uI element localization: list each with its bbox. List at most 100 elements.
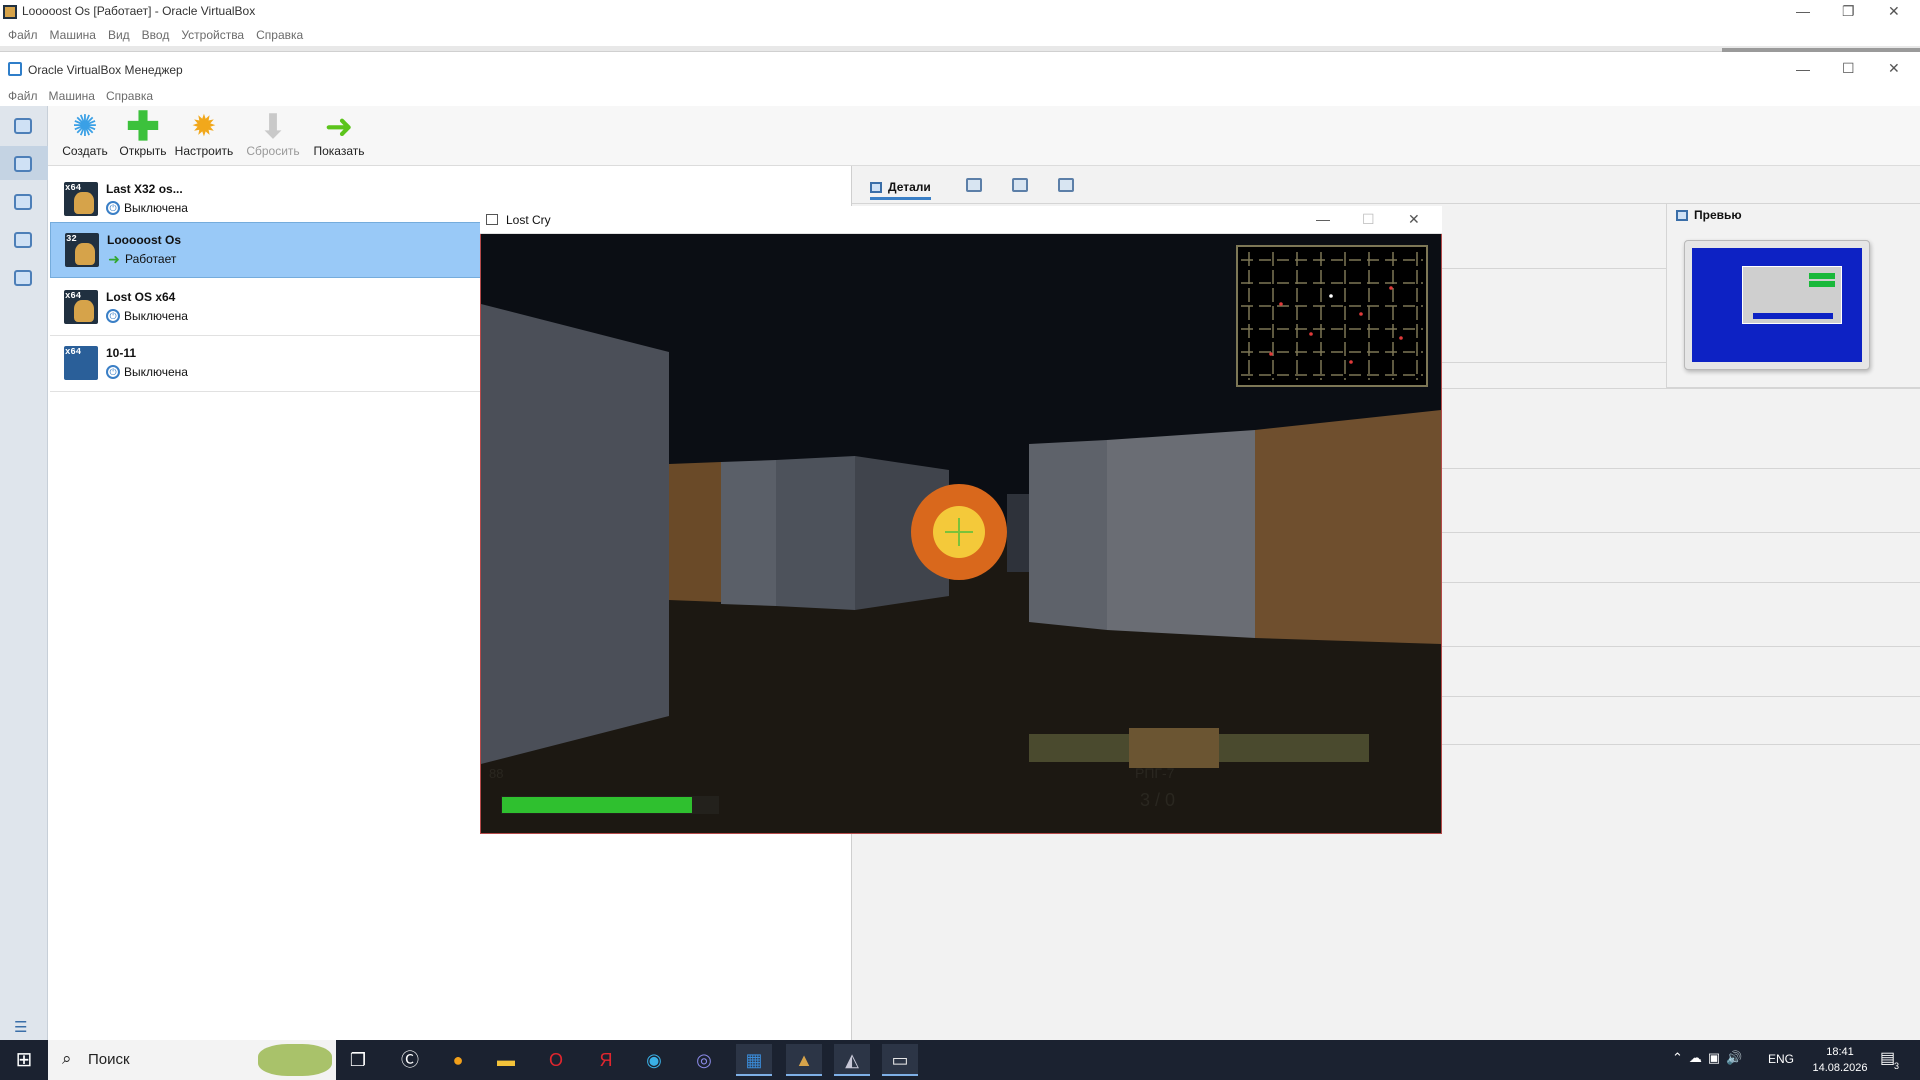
details-row-divider bbox=[1420, 696, 1920, 697]
discard-label: Сбросить bbox=[246, 144, 300, 158]
os-type-icon: x64 bbox=[64, 290, 98, 324]
manager-maximize-button[interactable]: ☐ bbox=[1842, 60, 1855, 77]
outer-close-button[interactable]: ✕ bbox=[1888, 3, 1900, 20]
menu-view[interactable]: Вид bbox=[108, 24, 130, 46]
game-maximize-button[interactable]: ☐ bbox=[1362, 211, 1375, 228]
wall-segment bbox=[721, 460, 776, 606]
outer-scrollbar[interactable] bbox=[1722, 48, 1920, 52]
menu-devices[interactable]: Устройства bbox=[181, 24, 244, 46]
game-window-icon bbox=[486, 214, 498, 225]
activity-icon[interactable] bbox=[1058, 178, 1074, 192]
browser-c-icon[interactable]: Ⓒ bbox=[392, 1044, 428, 1076]
details-row-divider bbox=[1420, 468, 1920, 469]
minimap-player bbox=[1329, 294, 1333, 298]
file-explorer-icon[interactable]: ▬ bbox=[488, 1044, 524, 1076]
search-icon: ⌕ bbox=[62, 1049, 72, 1068]
media-icon[interactable] bbox=[14, 194, 32, 210]
new-gear-icon: ✺ bbox=[72, 110, 98, 143]
virtualbox-icon[interactable]: ▦ bbox=[736, 1044, 772, 1076]
show-button[interactable]: ➜ Показать bbox=[304, 108, 374, 164]
right-wall bbox=[1029, 440, 1107, 630]
minimap-enemy bbox=[1349, 360, 1353, 364]
yandex-browser-icon[interactable]: Я bbox=[588, 1044, 624, 1076]
open-button[interactable]: ✚ Открыть bbox=[108, 105, 178, 164]
manager-minimize-button[interactable]: — bbox=[1796, 61, 1810, 77]
edge-icon[interactable]: ◉ bbox=[636, 1044, 672, 1076]
tools-sidebar bbox=[0, 106, 48, 1040]
network-icon[interactable] bbox=[14, 232, 32, 248]
machines-icon[interactable] bbox=[14, 156, 32, 172]
game-titlebar: Lost Cry — ☐ ✕ bbox=[480, 206, 1442, 234]
manager-menubar: Файл Машина Справка bbox=[0, 86, 1920, 106]
outer-window-titlebar: Looooost Os [Работает] - Oracle VirtualB… bbox=[0, 0, 1920, 24]
minimap-enemy bbox=[1269, 352, 1273, 356]
list-view-icon[interactable]: ☰ bbox=[14, 1018, 32, 1036]
menu-file[interactable]: Файл bbox=[8, 24, 38, 46]
minimap-enemy bbox=[1399, 336, 1403, 340]
game-app-icon[interactable]: ◭ bbox=[834, 1044, 870, 1076]
mgr-menu-file[interactable]: Файл bbox=[8, 86, 38, 106]
tab-details-label: Детали bbox=[888, 180, 931, 194]
menu-help[interactable]: Справка bbox=[256, 24, 303, 46]
powered-off-icon: ⏻ bbox=[106, 309, 120, 323]
clock-date: 14.08.2026 bbox=[1812, 1062, 1868, 1074]
right-wall bbox=[1107, 430, 1255, 638]
clock-time: 18:41 bbox=[1826, 1046, 1854, 1058]
menu-input[interactable]: Ввод bbox=[142, 24, 170, 46]
search-placeholder: Поиск bbox=[88, 1051, 130, 1068]
language-indicator[interactable]: ENG bbox=[1768, 1052, 1794, 1066]
powered-off-icon: ⏻ bbox=[106, 365, 120, 379]
start-button[interactable]: ⊞ bbox=[0, 1040, 48, 1080]
discard-button[interactable]: ⬇ Сбросить bbox=[238, 108, 308, 164]
minimap-enemy bbox=[1309, 332, 1313, 336]
cloud-icon[interactable] bbox=[14, 270, 32, 286]
outer-window-title: Looooost Os [Работает] - Oracle VirtualB… bbox=[22, 4, 256, 18]
opera-icon[interactable]: O bbox=[538, 1044, 574, 1076]
outer-minimize-button[interactable]: — bbox=[1796, 3, 1810, 19]
outer-menubar: Файл Машина Вид Ввод Устройства Справка bbox=[0, 24, 1920, 46]
settings-label: Настроить bbox=[174, 144, 234, 158]
manager-close-button[interactable]: ✕ bbox=[1888, 60, 1900, 77]
vm-app-icon[interactable]: ▲ bbox=[786, 1044, 822, 1076]
add-plus-icon: ✚ bbox=[126, 105, 160, 149]
logs-icon[interactable] bbox=[1012, 178, 1028, 192]
yandex-icon[interactable]: ● bbox=[440, 1044, 476, 1076]
camera-app-icon[interactable]: ◎ bbox=[686, 1044, 722, 1076]
mgr-menu-help[interactable]: Справка bbox=[106, 86, 153, 106]
os-type-icon: 32 bbox=[65, 233, 99, 267]
tab-details[interactable]: Детали bbox=[870, 174, 931, 200]
powered-off-icon: ⏻ bbox=[106, 201, 120, 215]
vm-state: Выключена bbox=[124, 309, 188, 323]
tray-icons[interactable]: ⌃☁▣🔊 bbox=[1672, 1050, 1748, 1066]
clock[interactable]: 18:41 14.08.2026 bbox=[1810, 1044, 1870, 1076]
game-minimize-button[interactable]: — bbox=[1316, 211, 1330, 227]
outer-restore-button[interactable]: ❐ bbox=[1842, 3, 1855, 20]
preview-ok-mark bbox=[1809, 281, 1835, 287]
manager-title: Oracle VirtualBox Менеджер bbox=[28, 63, 183, 77]
minimap-enemy bbox=[1279, 302, 1283, 306]
window-app-icon[interactable]: ▭ bbox=[882, 1044, 918, 1076]
discard-arrow-icon: ⬇ bbox=[258, 108, 288, 146]
search-input[interactable]: ⌕ Поиск bbox=[48, 1040, 336, 1080]
notification-icon[interactable]: ▤ bbox=[1880, 1048, 1895, 1068]
game-viewport[interactable]: 88 РПГ-7 3 / 0 bbox=[481, 234, 1441, 833]
task-view-icon[interactable]: ❐ bbox=[340, 1044, 376, 1076]
details-row-divider bbox=[1420, 532, 1920, 533]
mgr-menu-machine[interactable]: Машина bbox=[49, 86, 95, 106]
health-value: 88 bbox=[489, 766, 503, 781]
weapon-grip bbox=[1129, 728, 1219, 768]
menu-machine[interactable]: Машина bbox=[50, 24, 96, 46]
outer-divider bbox=[0, 46, 1920, 52]
game-close-button[interactable]: ✕ bbox=[1408, 211, 1420, 228]
snapshots-icon[interactable] bbox=[966, 178, 982, 192]
vm-window-icon bbox=[3, 5, 17, 19]
vm-name: Looooost Os bbox=[107, 233, 181, 247]
vm-state: Работает bbox=[125, 252, 177, 266]
vm-name: Lost OS x64 bbox=[106, 290, 176, 304]
game-title: Lost Cry bbox=[506, 213, 551, 227]
preview-icon bbox=[1676, 210, 1688, 222]
vm-state: Выключена bbox=[124, 201, 188, 215]
notification-count: 3 bbox=[1894, 1061, 1900, 1071]
settings-button[interactable]: ✹ Настроить bbox=[169, 108, 239, 164]
welcome-icon[interactable] bbox=[14, 118, 32, 134]
